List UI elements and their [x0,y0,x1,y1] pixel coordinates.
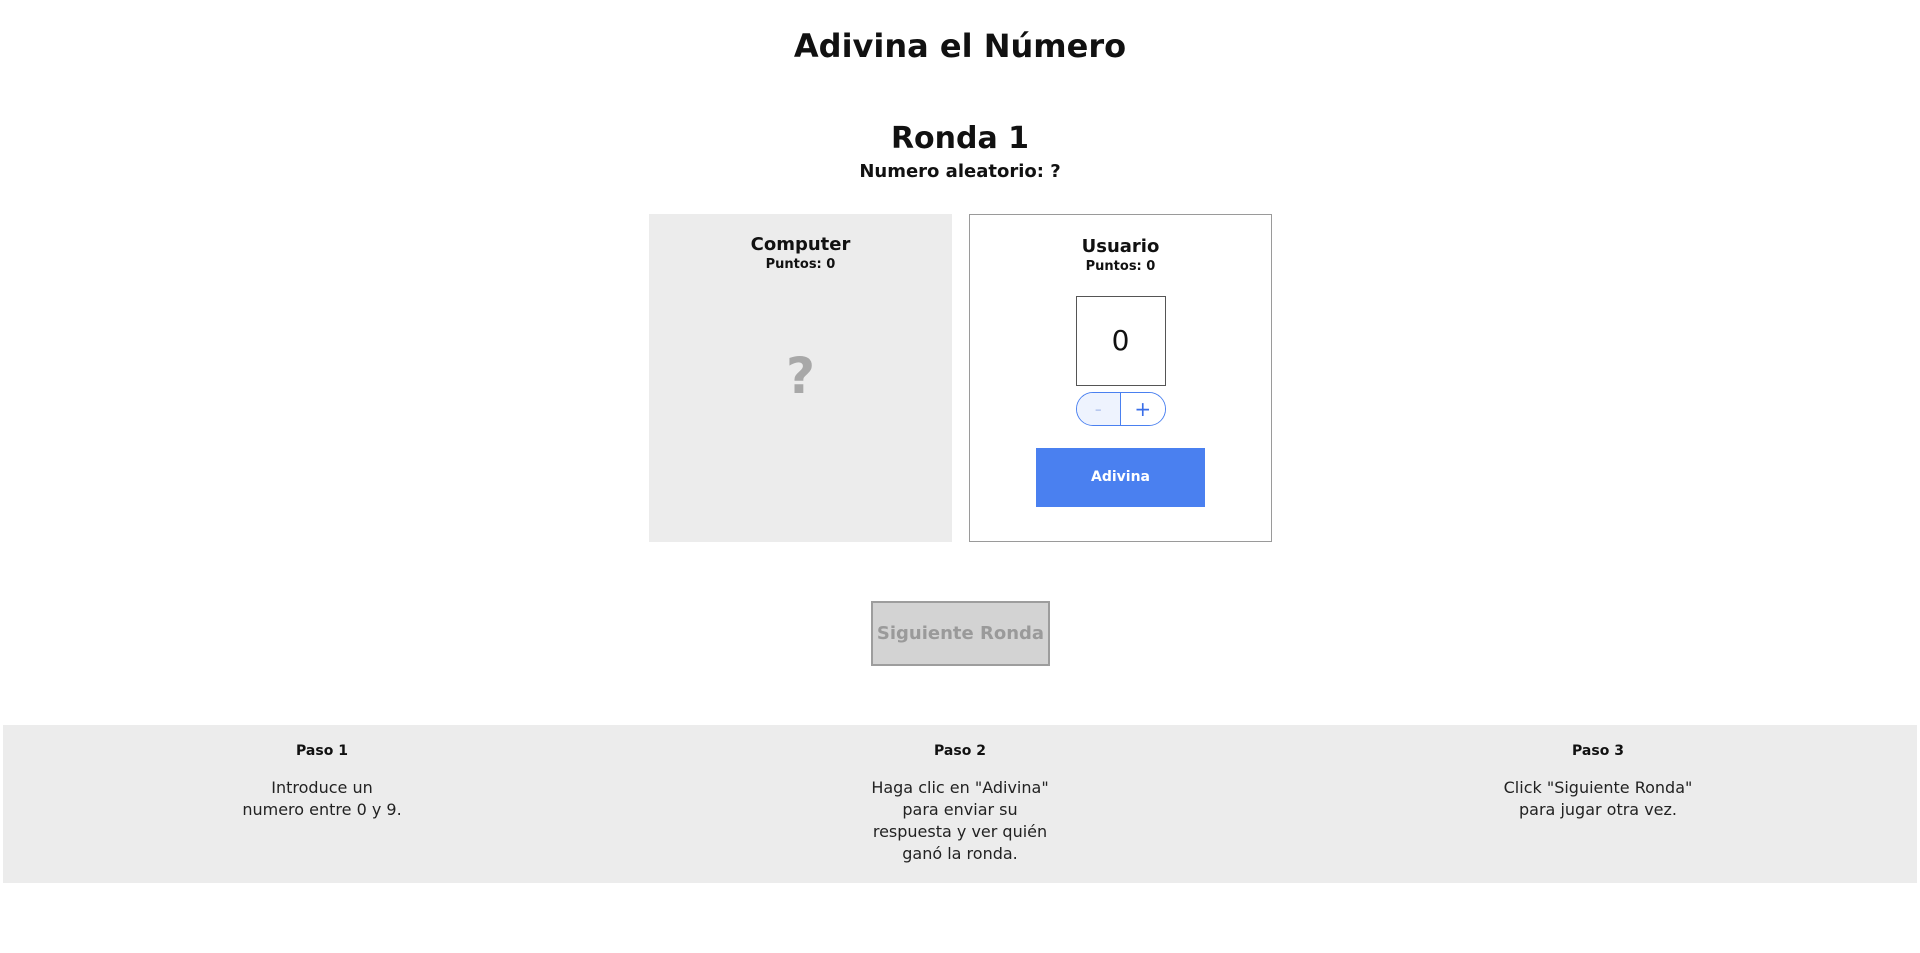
page-title: Adivina el Número [793,27,1127,65]
guess-button[interactable]: Adivina [1036,448,1205,507]
game-page: Adivina el Número Ronda 1 Numero aleator… [0,0,1920,953]
random-number-label: Numero aleatorio: ? [859,161,1061,182]
instructions-section: Paso 1 Introduce un numero entre 0 y 9. … [3,725,1917,883]
computer-guess-display: ? [785,347,815,405]
user-name: Usuario [1081,236,1160,257]
user-panel: Usuario Puntos: 0 0 - + Adivina [969,214,1272,542]
computer-panel: Computer Puntos: 0 ? [649,214,952,542]
step-title: Paso 2 [934,743,986,759]
step-title: Paso 3 [1572,743,1624,759]
computer-name: Computer [750,234,851,255]
round-title: Ronda 1 [890,121,1030,156]
instruction-step: Paso 2 Haga clic en "Adivina" para envia… [641,725,1279,865]
step-title: Paso 1 [296,743,348,759]
increment-button[interactable]: + [1121,393,1165,425]
step-text: Introduce un numero entre 0 y 9. [242,778,402,819]
user-points: Puntos: 0 [1085,259,1156,274]
next-round-button[interactable]: Siguiente Ronda [871,601,1050,666]
guess-number-field[interactable]: 0 [1075,296,1166,386]
decrement-button[interactable]: - [1076,393,1121,425]
guess-stepper: - + [1075,392,1166,426]
step-text: Haga clic en "Adivina" para enviar su re… [871,778,1049,863]
instruction-step: Paso 3 Click "Siguiente Ronda" para juga… [1279,725,1917,821]
step-text: Click "Siguiente Ronda" para jugar otra … [1503,778,1693,819]
instruction-step: Paso 1 Introduce un numero entre 0 y 9. [3,725,641,821]
computer-points: Puntos: 0 [765,257,836,272]
